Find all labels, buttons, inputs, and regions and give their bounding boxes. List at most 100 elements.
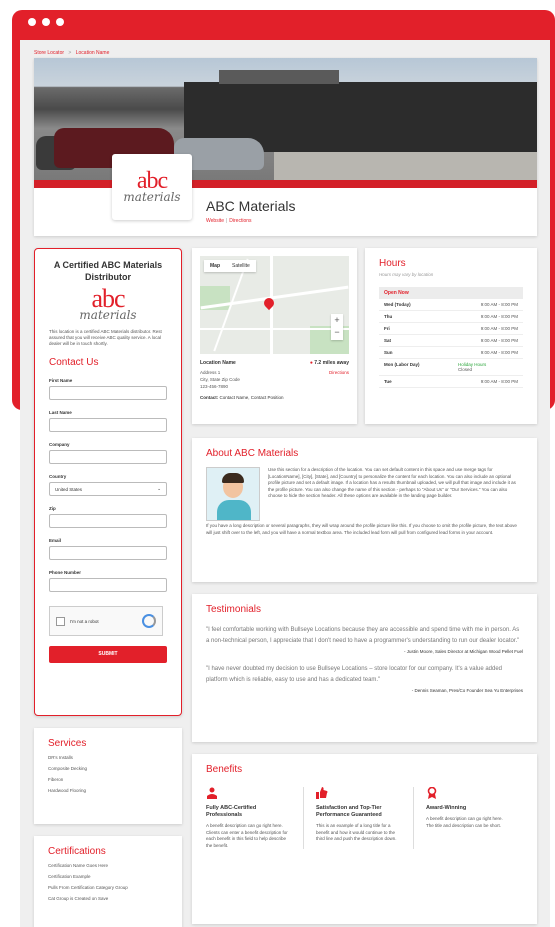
- page: Store Locator > Location Name abc materi…: [20, 40, 550, 927]
- address-block: Address 1 City, State Zip Code 123-456-7…: [200, 369, 349, 390]
- about-title: About ABC Materials: [206, 448, 299, 459]
- testimonial-author: - Justin Moore, Sales Director at Michig…: [404, 649, 523, 654]
- certifications-title: Certifications: [48, 846, 106, 857]
- storefront-photo: [34, 58, 537, 186]
- chevron-down-icon: ⌄: [157, 486, 161, 491]
- map-directions-link[interactable]: Directions: [329, 369, 349, 376]
- hours-day: Fri: [384, 326, 390, 331]
- contact-line: Contact: Contact Name, Contact Position: [200, 395, 349, 400]
- company-field[interactable]: [49, 450, 167, 464]
- country-label: Country: [49, 474, 67, 479]
- thumbs-up-icon: [316, 787, 328, 799]
- website-link[interactable]: Website: [206, 218, 224, 224]
- window-controls: [28, 18, 64, 26]
- hours-day: Wed (Today): [384, 302, 411, 307]
- phone-field[interactable]: [49, 578, 167, 592]
- testimonial-author: - Dennis Seaman, Pres/Co Founder Sea Yu …: [411, 688, 523, 693]
- phone-label: Phone Number: [49, 570, 82, 575]
- testimonials-title: Testimonials: [206, 604, 262, 615]
- breadcrumb-location-name[interactable]: Location Name: [76, 50, 110, 56]
- last-name-label: Last Name: [49, 410, 72, 415]
- location-title: ABC Materials: [206, 198, 296, 214]
- hours-time: 9:00 AM - 8:00 PM: [480, 338, 518, 343]
- about-card: About ABC Materials Use this section for…: [192, 438, 537, 582]
- hours-day: Mon (Labor Day): [384, 362, 420, 367]
- testimonial-quote: "I have never doubted my decision to use…: [206, 666, 503, 683]
- hero-card: abc materials ABC Materials Website | Dire…: [34, 58, 537, 236]
- submit-button[interactable]: SUBMIT: [49, 646, 167, 663]
- address-phone[interactable]: 123-456-7890: [200, 383, 349, 390]
- hero-links: Website | Directions: [206, 218, 252, 224]
- brand-logo: abc materials: [112, 154, 192, 220]
- country-select[interactable]: United States ⌄: [49, 482, 167, 496]
- captcha-checkbox[interactable]: [56, 616, 65, 626]
- certification-item: Pulls From Certification Category Group: [48, 885, 128, 890]
- hours-day: Tue: [384, 379, 392, 384]
- hours-row: Sat 9:00 AM - 8:00 PM: [379, 335, 523, 347]
- contact-value: Contact Name, Contact Position: [219, 395, 284, 400]
- contact-label: Contact:: [200, 395, 219, 400]
- service-item: Composite Decking: [48, 766, 88, 771]
- benefit-item: Award-Winning A benefit description can …: [426, 786, 523, 849]
- zoom-controls: + −: [331, 314, 343, 340]
- benefit-name: Fully ABC-Certified Professionals: [206, 805, 257, 818]
- benefits-list: Fully ABC-Certified Professionals A bene…: [206, 786, 523, 849]
- window-dot[interactable]: [42, 18, 50, 26]
- first-name-field[interactable]: [49, 386, 167, 400]
- captcha-label: I'm not a robot: [70, 618, 99, 624]
- hours-time: 9:00 AM - 8:00 PM: [480, 350, 518, 355]
- window-dot[interactable]: [56, 18, 64, 26]
- location-row: Location Name ● 7.2 miles away: [200, 360, 349, 366]
- address-line-1: Address 1: [200, 370, 221, 375]
- professional-icon: [206, 787, 218, 799]
- logo-materials-text: materials: [123, 190, 181, 204]
- address-city: City, State Zip Code: [200, 377, 240, 382]
- last-name-field[interactable]: [49, 418, 167, 432]
- benefits-title: Benefits: [206, 764, 243, 775]
- country-value: United States: [55, 486, 83, 492]
- benefit-description: A benefit description can go right here.…: [426, 816, 503, 828]
- email-field[interactable]: [49, 546, 167, 560]
- benefit-description: This is an example of a long title for a…: [316, 823, 397, 841]
- location-map[interactable]: Map Satellite + −: [200, 256, 349, 354]
- contact-card-title: A Certified ABC Materials Distributor: [53, 260, 163, 282]
- certification-item: Cat Group is Created on Save: [48, 896, 109, 901]
- logo-materials-text: materials: [79, 308, 137, 322]
- profile-avatar: [206, 467, 260, 521]
- directions-link[interactable]: Directions: [229, 218, 251, 224]
- zoom-in-icon[interactable]: +: [331, 314, 343, 326]
- zip-label: Zip: [49, 506, 56, 511]
- hours-time: 9:00 AM - 8:00 PM: [480, 302, 518, 307]
- open-now-badge: Open Now: [379, 287, 523, 299]
- service-item: Hardwood Flooring: [48, 788, 87, 793]
- hours-day: Sun: [384, 350, 393, 355]
- tab-map[interactable]: Map: [204, 260, 226, 272]
- hours-subtitle: Hours may vary by location: [379, 272, 434, 277]
- hours-title: Hours: [379, 258, 406, 269]
- zip-field[interactable]: [49, 514, 167, 528]
- breadcrumb-store-locator[interactable]: Store Locator: [34, 50, 64, 56]
- tab-satellite[interactable]: Satellite: [226, 260, 256, 272]
- breadcrumb-separator: >: [68, 50, 72, 56]
- hours-time: 9:00 AM - 8:00 PM: [480, 379, 518, 384]
- breadcrumb: Store Locator > Location Name: [34, 50, 112, 56]
- contact-form-card: A Certified ABC Materials Distributor ab…: [34, 248, 182, 716]
- pin-icon: ●: [309, 360, 313, 366]
- company-label: Company: [49, 442, 70, 447]
- zoom-out-icon[interactable]: −: [331, 326, 343, 338]
- certification-item: Certification Name Goes Here: [48, 863, 109, 868]
- hours-row: Sun 9:00 AM - 8:00 PM: [379, 347, 523, 359]
- logo-abc-text: abc: [91, 284, 125, 313]
- benefit-item: Fully ABC-Certified Professionals A bene…: [206, 787, 304, 849]
- about-text-2: If you have a long description or severa…: [206, 523, 517, 535]
- service-item: Fiberon: [48, 777, 64, 782]
- hours-row: Mon (Labor Day) Holiday Hours Closed: [379, 359, 523, 376]
- contact-description: This location is a certified ABC Materia…: [49, 329, 162, 346]
- logo-abc-text: abc: [136, 168, 168, 194]
- distance-value: 7.2 miles away: [314, 360, 349, 366]
- hours-day: Thu: [384, 314, 393, 319]
- map-card: Map Satellite + − Location Name ● 7.2 mi…: [192, 248, 357, 424]
- window-dot[interactable]: [28, 18, 36, 26]
- service-item: DR's Installs: [48, 755, 73, 760]
- award-icon: [426, 786, 438, 799]
